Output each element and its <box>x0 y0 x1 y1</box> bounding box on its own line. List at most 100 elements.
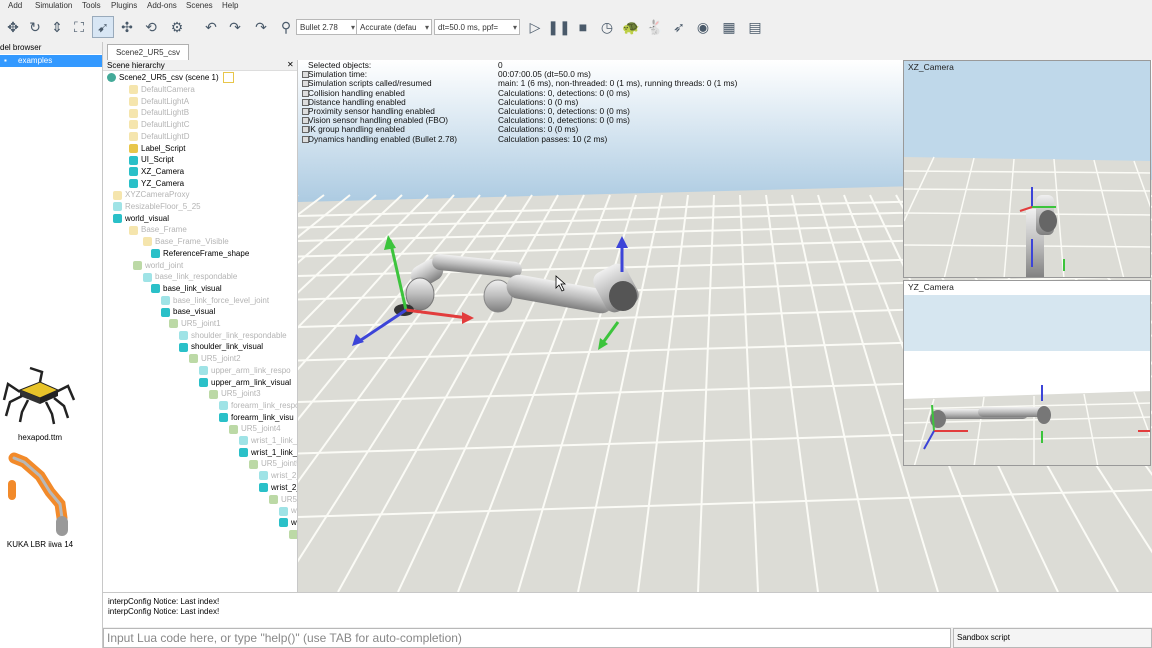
hierarchy-item[interactable]: base_visual <box>161 306 215 318</box>
toggle-checkbox[interactable] <box>302 98 309 106</box>
yz-camera-view[interactable]: YZ_Camera <box>903 280 1151 466</box>
hierarchy-item[interactable]: shoulder_link_respondable <box>179 330 287 342</box>
redo-icon-2[interactable]: ↷ <box>254 16 268 38</box>
toggle-checkbox[interactable] <box>302 89 309 97</box>
hierarchy-item[interactable]: base_link_force_level_joint <box>161 295 269 307</box>
xz-camera-render <box>904 61 1150 277</box>
eye-icon[interactable]: ◉ <box>692 16 714 38</box>
toggle-checkbox[interactable] <box>302 135 309 143</box>
hierarchy-item[interactable]: DefaultLightA <box>129 96 189 108</box>
hierarchy-item[interactable]: base_link_respondable <box>143 271 237 283</box>
click-select-icon[interactable]: ➹ <box>92 16 114 38</box>
model-thumbnail-kuka[interactable] <box>0 448 80 538</box>
close-icon[interactable]: ✕ <box>287 60 294 69</box>
console-line: interpConfig Notice: Last index! <box>108 607 220 616</box>
sandbox-script-select[interactable]: Sandbox script <box>953 628 1152 648</box>
hierarchy-item[interactable]: Base_Frame <box>129 224 187 236</box>
object-icon <box>239 436 248 446</box>
menu-scenes[interactable]: Scenes <box>186 1 213 10</box>
toggle-checkbox[interactable] <box>302 71 309 79</box>
hierarchy-item[interactable]: XYZCameraProxy <box>113 189 189 201</box>
hierarchy-item[interactable]: UR5_joint4 <box>229 423 281 435</box>
hierarchy-item[interactable]: wrist_1_link_ <box>239 447 297 459</box>
timestep-select[interactable]: dt=50.0 ms, ppf= <box>434 19 520 35</box>
hierarchy-item[interactable]: upper_arm_link_visual <box>199 377 291 389</box>
3d-viewport[interactable]: Selected objects: 0 Simulation time: 00:07:… <box>298 60 1152 592</box>
real-time-icon[interactable]: ◷ <box>596 16 618 38</box>
pause-icon[interactable]: ❚❚ <box>547 16 570 38</box>
hierarchy-item[interactable]: wrist_2_ <box>259 482 297 494</box>
toggle-checkbox[interactable] <box>302 108 309 115</box>
hierarchy-item[interactable]: XZ_Camera <box>129 166 184 178</box>
visualization-icon[interactable]: ▦ <box>718 16 740 38</box>
model-thumbnail-hexapod[interactable] <box>0 360 80 440</box>
undo-icon[interactable]: ↶ <box>200 16 222 38</box>
hierarchy-item[interactable]: world_visual <box>113 213 169 225</box>
accuracy-select[interactable]: Accurate (defau <box>356 19 432 35</box>
hierarchy-item[interactable]: UR5_joint5 <box>249 458 297 470</box>
hierarchy-item[interactable]: Label_Script <box>129 143 185 155</box>
hierarchy-item[interactable]: forearm_link_respo <box>219 400 298 412</box>
camera-shift-icon[interactable]: ⇕ <box>46 16 68 38</box>
hierarchy-item[interactable]: UR5_joint1 <box>169 318 221 330</box>
toggle-checkbox[interactable] <box>302 126 309 134</box>
hierarchy-item-label: UR5_joint1 <box>181 319 221 328</box>
object-icon <box>129 108 138 118</box>
slow-down-icon[interactable]: 🐢 <box>620 16 642 38</box>
xz-camera-view[interactable]: XZ_Camera <box>903 60 1151 278</box>
camera-rotate-icon[interactable]: ↻ <box>24 16 46 38</box>
hierarchy-item[interactable]: wrist_ <box>279 505 297 517</box>
hierarchy-item-label: UR5_jo <box>281 494 298 504</box>
engine-select[interactable]: Bullet 2.78 <box>296 19 358 35</box>
hierarchy-root[interactable]: Scene2_UR5_csv (scene 1) <box>107 72 234 84</box>
toggle-checkbox[interactable] <box>302 80 309 88</box>
hierarchy-item[interactable]: UR5_jo <box>269 494 298 506</box>
menu-plugins[interactable]: Plugins <box>111 1 137 10</box>
fit-to-view-icon[interactable]: ⛶ <box>68 16 90 38</box>
hierarchy-item[interactable]: UR5_ <box>289 529 297 541</box>
hierarchy-item[interactable]: wris <box>279 517 297 529</box>
hierarchy-item[interactable]: wrist_2_lin <box>259 470 297 482</box>
camera-pan-icon[interactable]: ✥ <box>2 16 24 38</box>
hierarchy-item[interactable]: UI_Script <box>129 154 174 166</box>
stop-icon[interactable]: ■ <box>572 16 594 38</box>
menu-addons[interactable]: Add-ons <box>147 1 177 10</box>
speed-up-icon[interactable]: 🐇 <box>644 16 666 38</box>
scene-hierarchy: Scene hierarchy ✕ Scene2_UR5_csv (scene … <box>103 60 298 592</box>
overlay-value: Calculation passes: 10 (2 ms) <box>498 133 608 144</box>
toggle-checkbox[interactable] <box>302 117 309 125</box>
menu-simulation[interactable]: Simulation <box>35 1 72 10</box>
model-folder-examples[interactable]: ▪ examples <box>0 55 102 67</box>
redo-icon[interactable]: ↷ <box>224 16 246 38</box>
hierarchy-item[interactable]: shoulder_link_visual <box>179 341 263 353</box>
hierarchy-item[interactable]: UR5_joint2 <box>189 353 241 365</box>
assembly-icon[interactable]: ⚙ <box>166 16 188 38</box>
hierarchy-item[interactable]: Base_Frame_Visible <box>143 236 229 248</box>
model-label-hexapod: hexapod.ttm <box>17 433 63 442</box>
hierarchy-item[interactable]: upper_arm_link_respo <box>199 365 291 377</box>
lua-command-input[interactable]: Input Lua code here, or type "help()" (u… <box>103 628 951 648</box>
object-rotate-icon[interactable]: ⟲ <box>140 16 162 38</box>
menu-help[interactable]: Help <box>222 1 238 10</box>
hierarchy-item[interactable]: world_joint <box>133 260 183 272</box>
page-icon[interactable]: ▤ <box>744 16 766 38</box>
hierarchy-item[interactable]: UR5_joint3 <box>209 388 261 400</box>
hierarchy-item[interactable]: DefaultLightD <box>129 131 189 143</box>
hierarchy-item[interactable]: DefaultLightC <box>129 119 189 131</box>
hierarchy-item-label: forearm_link_respo <box>231 400 298 410</box>
hierarchy-title: Scene hierarchy <box>103 60 297 71</box>
hierarchy-item[interactable]: YZ_Camera <box>129 178 184 190</box>
rocket-icon[interactable]: ➶ <box>668 16 690 38</box>
tab-scene[interactable]: Scene2_UR5_csv <box>107 44 189 60</box>
menu-add[interactable]: Add <box>8 1 22 10</box>
play-icon[interactable]: ▷ <box>524 16 546 38</box>
hierarchy-item[interactable]: forearm_link_visu <box>219 412 294 424</box>
hierarchy-item[interactable]: ReferenceFrame_shape <box>151 248 249 260</box>
hierarchy-item[interactable]: DefaultLightB <box>129 107 189 119</box>
object-shift-icon[interactable]: ✣ <box>116 16 138 38</box>
hierarchy-item[interactable]: base_link_visual <box>151 283 222 295</box>
hierarchy-item[interactable]: DefaultCamera <box>129 84 195 96</box>
hierarchy-item[interactable]: wrist_1_link_re <box>239 435 297 447</box>
menu-tools[interactable]: Tools <box>82 1 101 10</box>
hierarchy-item[interactable]: ResizableFloor_5_25 <box>113 201 201 213</box>
